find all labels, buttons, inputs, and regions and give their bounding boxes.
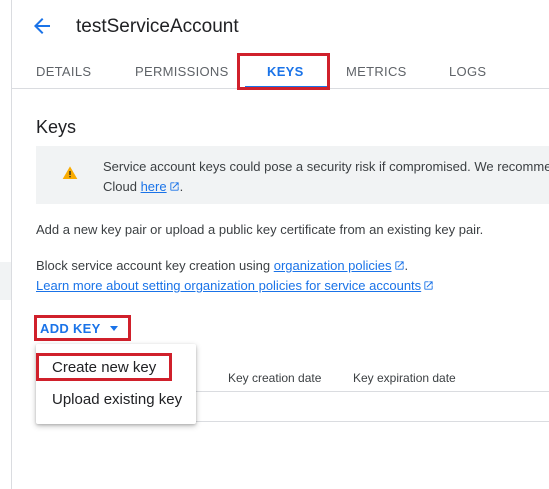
back-arrow-icon[interactable]	[30, 14, 54, 38]
tab-metrics[interactable]: METRICS	[346, 64, 407, 79]
learn-more-link[interactable]: Learn more about setting organization po…	[36, 278, 421, 293]
learn-more-row: Learn more about setting organization po…	[36, 277, 434, 295]
warning-icon	[62, 166, 78, 179]
security-warning-banner: Service account keys could pose a securi…	[36, 146, 549, 204]
tab-bar: DETAILS PERMISSIONS KEYS METRICS LOGS	[12, 54, 549, 89]
tab-permissions[interactable]: PERMISSIONS	[135, 64, 229, 79]
tab-logs[interactable]: LOGS	[449, 64, 486, 79]
left-nav-rail	[0, 0, 12, 489]
column-header-key-creation-date[interactable]: Key creation date	[228, 371, 321, 385]
warning-text: Service account keys could pose a securi…	[103, 157, 549, 197]
dropdown-caret-icon	[109, 325, 118, 331]
warning-line-2-prefix: Cloud	[103, 179, 141, 194]
left-nav-selected-item[interactable]	[0, 262, 11, 300]
page-title: testServiceAccount	[76, 16, 239, 37]
warning-here-link[interactable]: here	[141, 179, 167, 194]
add-key-button[interactable]: ADD KEY	[40, 318, 118, 338]
menu-item-create-new-key[interactable]: Create new key	[52, 359, 156, 376]
policy-text-prefix: Block service account key creation using	[36, 258, 274, 273]
policy-text-suffix: .	[404, 258, 409, 273]
add-key-menu: Create new key Upload existing key	[36, 344, 196, 424]
warning-line-1: Service account keys could pose a securi…	[103, 159, 549, 174]
active-tab-indicator	[245, 86, 330, 89]
tab-details[interactable]: DETAILS	[36, 64, 91, 79]
page-header: testServiceAccount	[12, 0, 549, 54]
warning-line-2-suffix: .	[179, 179, 184, 194]
external-link-icon	[169, 182, 179, 191]
external-link-icon	[394, 261, 404, 270]
policy-text: Block service account key creation using…	[36, 257, 408, 275]
tab-keys[interactable]: KEYS	[267, 64, 304, 79]
column-header-key-expiration-date[interactable]: Key expiration date	[353, 371, 456, 385]
add-key-label: ADD KEY	[40, 320, 101, 336]
section-title: Keys	[36, 117, 77, 137]
menu-item-upload-existing-key[interactable]: Upload existing key	[52, 391, 182, 408]
add-key-info-text: Add a new key pair or upload a public ke…	[36, 222, 484, 237]
organization-policies-link[interactable]: organization policies	[274, 258, 392, 273]
external-link-icon	[424, 281, 433, 290]
